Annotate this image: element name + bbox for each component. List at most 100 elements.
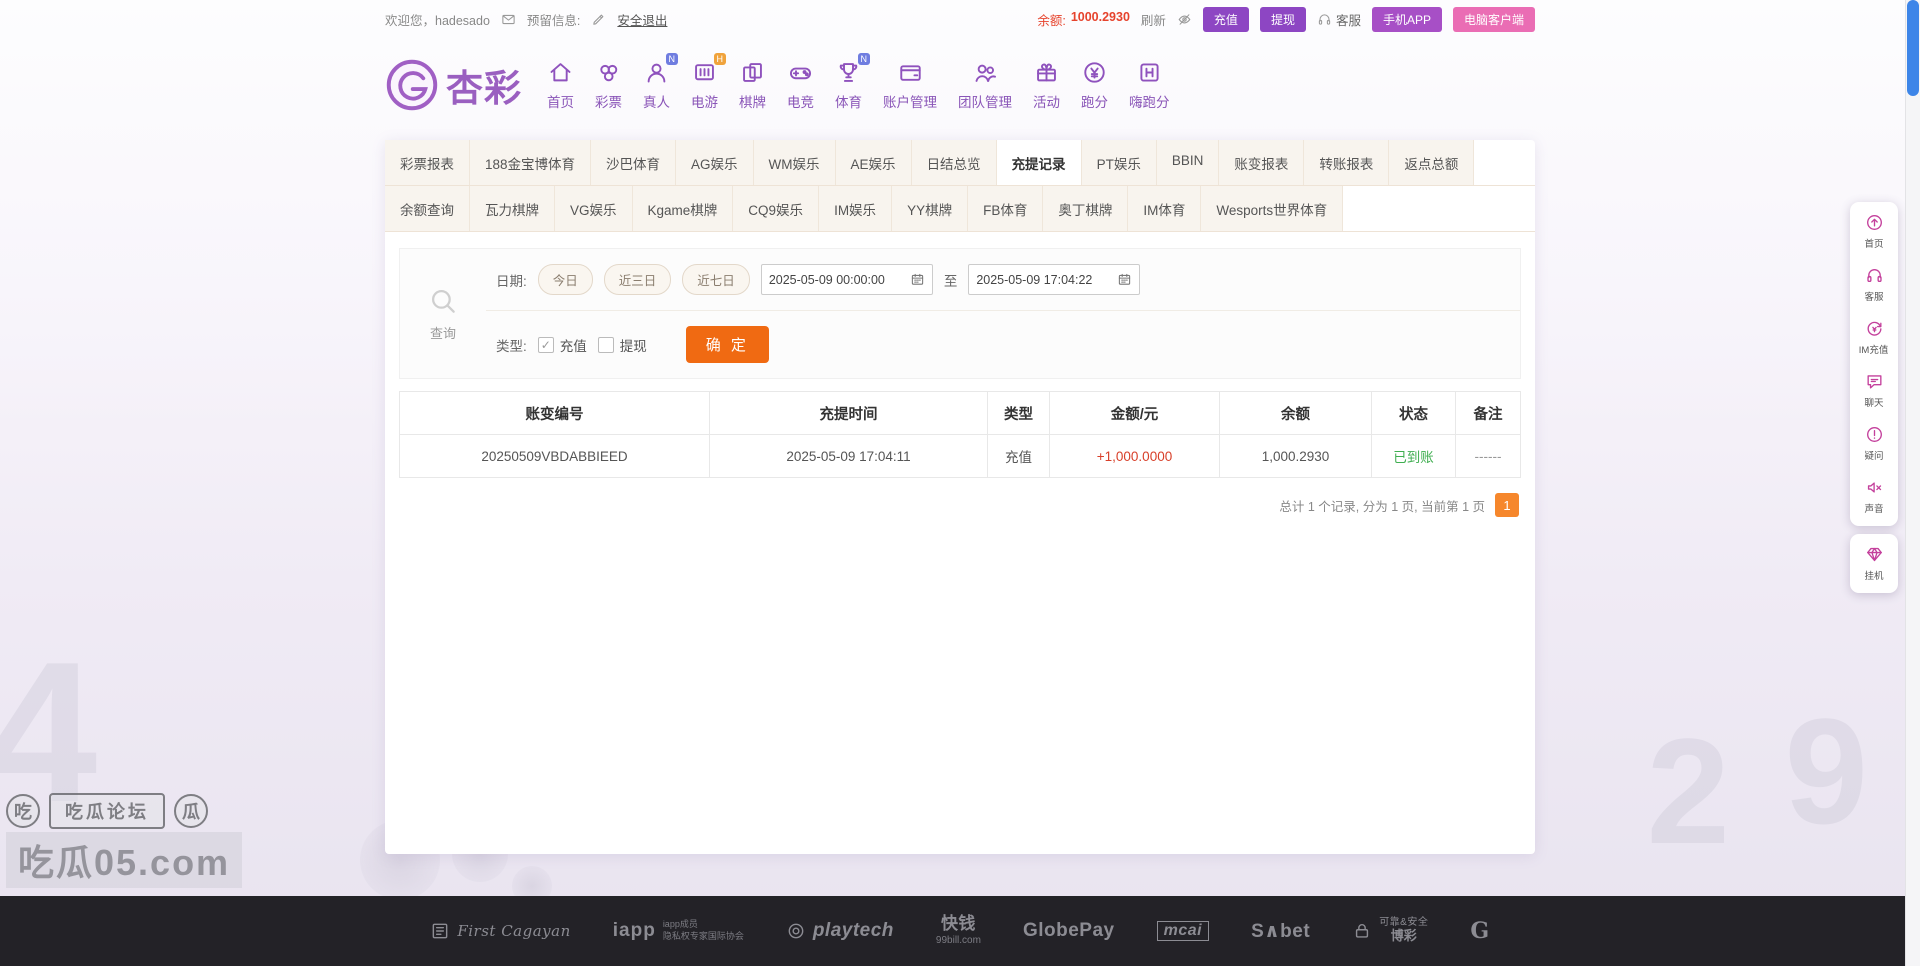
report-tab[interactable]: 日结总览 <box>911 140 997 185</box>
nav-item-account[interactable]: 账户管理 <box>874 59 946 111</box>
report-tab[interactable]: 余额查询 <box>385 186 470 231</box>
partner-subtext: 99bill.com <box>935 934 981 946</box>
report-tab[interactable]: 188金宝博体育 <box>470 140 592 185</box>
nav-item-paofen[interactable]: 跑分 <box>1072 59 1117 111</box>
quick-top[interactable]: 首页 <box>1850 205 1898 258</box>
new-badge: N <box>857 53 870 65</box>
withdraw-button[interactable]: 提现 <box>1259 6 1306 32</box>
deposit-button[interactable]: 充值 <box>1202 6 1249 32</box>
nav-item-live[interactable]: N 真人 <box>634 53 679 111</box>
square-badge-icon <box>430 921 450 941</box>
nav-item-label: 活动 <box>1033 95 1060 110</box>
report-tab[interactable]: 彩票报表 <box>385 140 470 185</box>
search-block: 查询 <box>400 249 486 378</box>
partner-mcai: mcai <box>1156 921 1210 941</box>
eye-off-icon[interactable] <box>1177 12 1192 27</box>
refresh-link[interactable]: 刷新 <box>1141 10 1166 29</box>
site-logo[interactable]: 杏彩 <box>385 58 522 112</box>
calendar-icon[interactable] <box>910 272 925 287</box>
quick-chat[interactable]: 聊天 <box>1850 364 1898 417</box>
date-from-input[interactable]: 2025-05-09 00:00:00 <box>760 264 933 295</box>
partner-text: G <box>1470 918 1490 944</box>
service-label: 客服 <box>1335 13 1361 28</box>
confirm-button[interactable]: 确 定 <box>685 326 769 363</box>
report-tab[interactable]: FB体育 <box>968 186 1044 231</box>
partner-text: mcai <box>1156 921 1210 941</box>
report-tab[interactable]: BBIN <box>1156 140 1220 185</box>
scrollbar-thumb[interactable] <box>1907 0 1919 96</box>
quick-range-last3days[interactable]: 近三日 <box>603 264 672 295</box>
footer: First Cagayan iapp iapp成员 隐私权专家国际协会 playtec… <box>0 896 1920 966</box>
quick-item-label: 挂机 <box>1864 571 1884 582</box>
report-tab[interactable]: IM体育 <box>1128 186 1202 231</box>
sports-icon: N <box>835 53 870 86</box>
quick-recharge[interactable]: IM充值 <box>1850 311 1898 364</box>
search-label: 查询 <box>429 326 456 341</box>
partner-text: 可靠&安全 <box>1379 917 1429 929</box>
pc-client-button[interactable]: 电脑客户端 <box>1452 6 1535 32</box>
nav-item-team[interactable]: 团队管理 <box>949 59 1021 111</box>
watermark-site: 吃瓜05.com <box>6 832 243 888</box>
type-filter-row: 类型: ✓ 充值 提现 确 定 <box>486 310 1520 378</box>
quick-item-label: 疑问 <box>1864 451 1884 462</box>
type-label: 类型: <box>496 338 527 354</box>
col-header: 充提时间 <box>709 391 988 435</box>
report-tab[interactable]: 转账报表 <box>1304 140 1390 185</box>
quick-sound-off[interactable]: 声音 <box>1850 470 1898 523</box>
report-tab[interactable]: 奥丁棋牌 <box>1043 186 1129 231</box>
envelope-icon[interactable] <box>501 12 516 27</box>
report-tab[interactable]: 账变报表 <box>1219 140 1305 185</box>
lottery-icon <box>595 59 622 86</box>
report-tab[interactable]: AE娱乐 <box>835 140 912 185</box>
report-tab[interactable]: Kgame棋牌 <box>632 186 734 231</box>
logout-link[interactable]: 安全退出 <box>617 10 667 29</box>
team-icon <box>972 59 999 86</box>
nav-item-hipaofen[interactable]: 嗨跑分 <box>1120 59 1179 111</box>
report-tab[interactable]: YY棋牌 <box>892 186 969 231</box>
to-label: 至 <box>943 273 958 289</box>
quick-range-last7days[interactable]: 近七日 <box>682 264 750 295</box>
report-tab[interactable]: CQ9娱乐 <box>733 186 820 231</box>
report-tab[interactable]: IM娱乐 <box>819 186 893 231</box>
nav-item-activity[interactable]: 活动 <box>1024 59 1069 111</box>
checkbox-box[interactable]: ✓ <box>537 336 554 353</box>
nav-item-egame[interactable]: H 电游 <box>682 53 727 111</box>
quick-question[interactable]: 疑问 <box>1850 417 1898 470</box>
new-badge: H <box>713 53 726 65</box>
service-link[interactable]: 客服 <box>1317 10 1361 29</box>
report-tab[interactable]: 瓦力棋牌 <box>470 186 555 231</box>
quick-gem[interactable]: 挂机 <box>1850 537 1898 590</box>
nav-item-lottery[interactable]: 彩票 <box>586 59 631 111</box>
report-tab[interactable]: 沙巴体育 <box>591 140 677 185</box>
report-tab[interactable]: Wesports世界体育 <box>1201 186 1344 231</box>
nav-item-esports[interactable]: 电竞 <box>778 59 823 111</box>
report-tab[interactable]: PT娱乐 <box>1081 140 1157 185</box>
brand-name: 杏彩 <box>446 68 522 109</box>
main-card: 彩票报表 188金宝博体育 沙巴体育 AG娱乐 WM娱乐 AE娱乐 日结总览 充提记录 PT娱乐… <box>385 140 1535 854</box>
report-tab[interactable]: WM娱乐 <box>753 140 836 185</box>
page-scrollbar[interactable] <box>1905 0 1920 966</box>
report-tab[interactable]: AG娱乐 <box>676 140 754 185</box>
calendar-icon[interactable] <box>1117 272 1132 287</box>
col-header: 账变编号 <box>399 391 710 435</box>
report-tab[interactable]: VG娱乐 <box>555 186 633 231</box>
nav-item-label: 彩票 <box>595 95 622 110</box>
watermark-stamp-center: 吃瓜论坛 <box>49 793 165 829</box>
nav-item-home[interactable]: 首页 <box>538 59 583 111</box>
quick-headset[interactable]: 客服 <box>1850 258 1898 311</box>
table-header-row: 账变编号 充提时间 类型 金额/元 余额 状态 备注 <box>399 391 1521 435</box>
nav-item-sports[interactable]: N 体育 <box>826 53 871 111</box>
type-checkbox-deposit[interactable]: ✓ 充值 <box>537 335 587 355</box>
checkbox-box[interactable] <box>597 336 614 353</box>
type-checkbox-withdraw[interactable]: 提现 <box>597 335 647 355</box>
page-1-button[interactable]: 1 <box>1495 493 1519 517</box>
report-tab-active[interactable]: 充提记录 <box>996 140 1082 185</box>
date-to-input[interactable]: 2025-05-09 17:04:22 <box>968 264 1141 295</box>
date-to-value: 2025-05-09 17:04:22 <box>976 272 1093 287</box>
edit-icon[interactable] <box>591 12 606 27</box>
report-tab[interactable]: 返点总额 <box>1389 140 1475 185</box>
mobile-app-button[interactable]: 手机APP <box>1371 6 1442 32</box>
quick-range-today[interactable]: 今日 <box>537 264 593 295</box>
nav-item-chess[interactable]: 棋牌 <box>730 59 775 111</box>
nav-item-label: 嗨跑分 <box>1129 95 1170 110</box>
